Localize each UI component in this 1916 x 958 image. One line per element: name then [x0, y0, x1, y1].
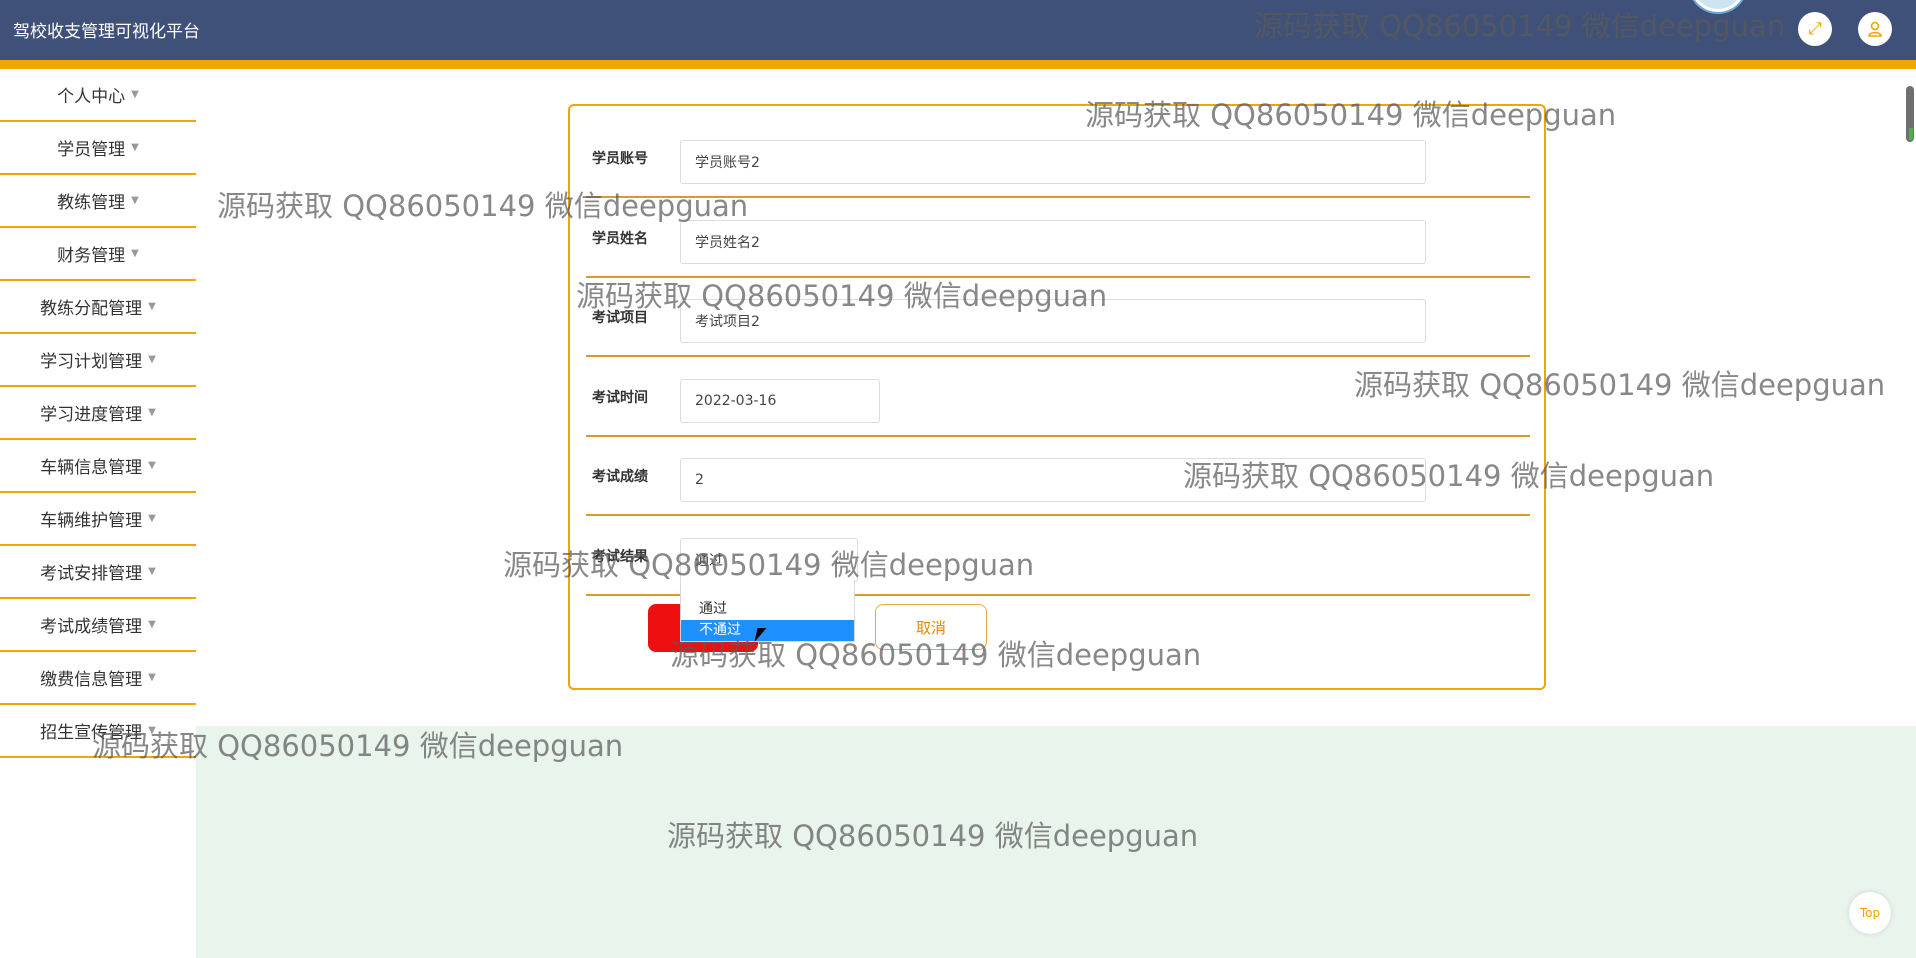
caret-down-icon: ▼ [148, 407, 156, 418]
exam-time-date-input[interactable]: 2022-03-16 [680, 379, 880, 423]
exam-score-label: 考试成绩 [592, 469, 648, 485]
sidebar: 个人中心 ▼ 学员管理 ▼ 教练管理 ▼ 财务管理 ▼ 教练分配管理 ▼ 学习计划管理 ▼ … [0, 69, 196, 758]
exam-result-label: 考试结果 [592, 549, 648, 565]
exam-result-select[interactable]: 通过 ⌄ [680, 538, 858, 582]
caret-down-icon: ▼ [148, 460, 156, 471]
dropdown-option-pass[interactable]: 通过 [681, 599, 854, 620]
sidebar-item-label: 考试安排管理 [40, 564, 143, 584]
student-name-input[interactable]: 学员姓名2 [680, 220, 1426, 264]
sidebar-item-vehicle-info[interactable]: 车辆信息管理 ▼ [0, 440, 196, 493]
caret-down-icon: ▼ [131, 89, 139, 100]
student-account-label: 学员账号 [592, 151, 648, 167]
sidebar-item-label: 财务管理 [57, 246, 126, 266]
sidebar-item-exam-schedule[interactable]: 考试安排管理 ▼ [0, 546, 196, 599]
caret-down-icon: ▼ [148, 301, 156, 312]
back-to-top-button[interactable]: Top [1849, 892, 1891, 934]
form-row-student-account: 学员账号 学员账号2 [586, 120, 1530, 198]
caret-down-icon: ▼ [148, 619, 156, 630]
sidebar-item-label: 学员管理 [57, 140, 126, 160]
sidebar-item-students[interactable]: 学员管理 ▼ [0, 122, 196, 175]
caret-down-icon: ▼ [148, 566, 156, 577]
sidebar-item-label: 考试成绩管理 [40, 617, 143, 637]
sidebar-item-study-plan[interactable]: 学习计划管理 ▼ [0, 334, 196, 387]
caret-down-icon: ▼ [148, 513, 156, 524]
form-row-exam-score: 考试成绩 2 [586, 438, 1530, 516]
sidebar-item-label: 缴费信息管理 [40, 670, 143, 690]
content-area-lower [196, 726, 1916, 958]
scroll-indicator [1909, 128, 1913, 140]
sidebar-item-vehicle-maintenance[interactable]: 车辆维护管理 ▼ [0, 493, 196, 546]
cancel-button[interactable]: 取消 [875, 604, 987, 650]
sidebar-item-label: 个人中心 [57, 87, 126, 107]
user-icon[interactable] [1858, 12, 1892, 46]
caret-down-icon: ▼ [148, 354, 156, 365]
sidebar-item-finance[interactable]: 财务管理 ▼ [0, 228, 196, 281]
sidebar-item-label: 招生宣传管理 [40, 723, 143, 743]
sidebar-item-enrollment-promo[interactable]: 招生宣传管理 ▼ [0, 705, 196, 758]
sidebar-item-coach-assignment[interactable]: 教练分配管理 ▼ [0, 281, 196, 334]
app-title: 驾校收支管理可视化平台 [13, 22, 200, 42]
caret-down-icon: ▼ [131, 142, 139, 153]
exam-score-input[interactable]: 2 [680, 458, 1426, 502]
sidebar-item-label: 车辆信息管理 [40, 458, 143, 478]
form-row-exam-item: 考试项目 考试项目2 [586, 279, 1530, 357]
student-account-input[interactable]: 学员账号2 [680, 140, 1426, 184]
sidebar-item-label: 教练管理 [57, 193, 126, 213]
exam-result-selected-value: 通过 [695, 553, 723, 569]
student-name-label: 学员姓名 [592, 231, 648, 247]
sidebar-item-label: 车辆维护管理 [40, 511, 143, 531]
sidebar-item-label: 学习计划管理 [40, 352, 143, 372]
sidebar-item-payment-info[interactable]: 缴费信息管理 ▼ [0, 652, 196, 705]
expand-icon[interactable]: ⤢ [1798, 12, 1832, 46]
header-accent-bar [0, 60, 1916, 69]
caret-down-icon: ▼ [148, 725, 156, 736]
user-glyph-icon [1868, 21, 1882, 37]
sidebar-item-study-progress[interactable]: 学习进度管理 ▼ [0, 387, 196, 440]
form-row-student-name: 学员姓名 学员姓名2 [586, 200, 1530, 278]
caret-down-icon: ▼ [148, 672, 156, 683]
exam-item-input[interactable]: 考试项目2 [680, 299, 1426, 343]
exam-result-dropdown: 通过 不通过 [680, 580, 855, 642]
caret-down-icon: ▼ [131, 195, 139, 206]
avatar[interactable] [1690, 0, 1746, 12]
form-row-exam-time: 考试时间 2022-03-16 [586, 359, 1530, 437]
sidebar-item-label: 学习进度管理 [40, 405, 143, 425]
exam-item-label: 考试项目 [592, 310, 648, 326]
sidebar-item-personal-center[interactable]: 个人中心 ▼ [0, 69, 196, 122]
chevron-down-icon: ⌄ [832, 553, 843, 567]
dropdown-option-fail[interactable]: 不通过 [681, 620, 854, 641]
top-header: 驾校收支管理可视化平台 ⤢ [0, 0, 1916, 60]
caret-down-icon: ▼ [131, 248, 139, 259]
exam-time-label: 考试时间 [592, 390, 648, 406]
sidebar-item-label: 教练分配管理 [40, 299, 143, 319]
sidebar-item-exam-scores[interactable]: 考试成绩管理 ▼ [0, 599, 196, 652]
sidebar-item-coaches[interactable]: 教练管理 ▼ [0, 175, 196, 228]
